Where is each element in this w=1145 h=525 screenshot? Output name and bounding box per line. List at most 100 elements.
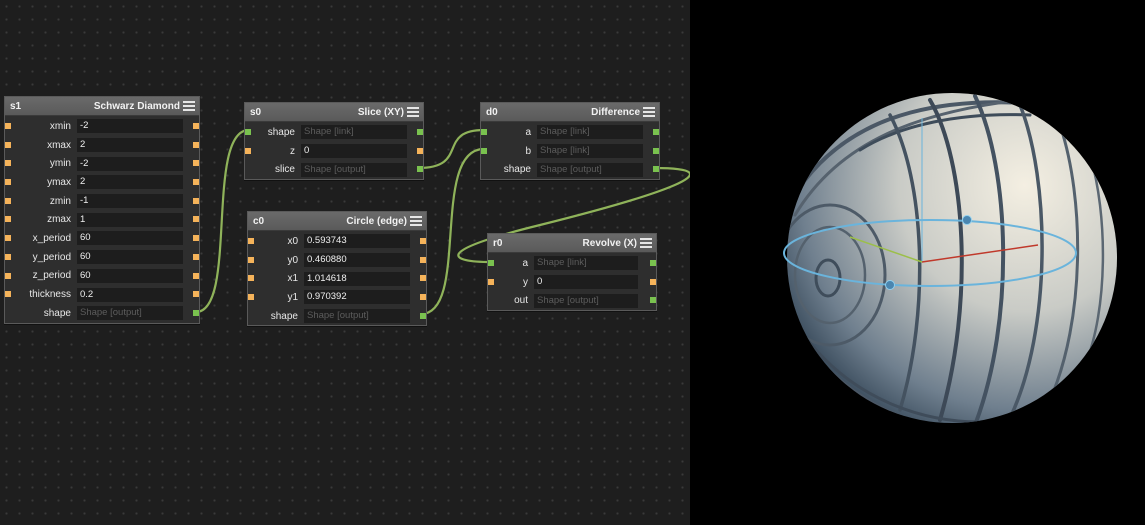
input-port[interactable] [248, 256, 254, 263]
param-row-x-period: x_period 60 [5, 229, 199, 248]
output-port[interactable] [193, 235, 199, 242]
param-label: zmax [47, 214, 71, 226]
param-value-field[interactable]: -2 [77, 156, 183, 171]
node-id: c0 [253, 215, 265, 227]
output-port[interactable] [420, 275, 426, 282]
3d-viewport[interactable] [690, 0, 1145, 525]
output-port[interactable] [193, 253, 199, 260]
input-port[interactable] [5, 160, 11, 167]
node-difference[interactable]: d0 Difference a Shape [link] b Shape [link… [480, 102, 660, 181]
param-label: shape [270, 310, 298, 322]
output-port[interactable] [650, 278, 656, 285]
node-header[interactable]: d0 Difference [481, 103, 659, 122]
shape-output-port[interactable] [653, 129, 659, 135]
node-header[interactable]: s1 Schwarz Diamond [5, 97, 199, 116]
param-row-zmax: zmax 1 [5, 210, 199, 229]
param-row-xmax: xmax 2 [5, 136, 199, 155]
shape-input-port[interactable] [488, 260, 494, 266]
input-port[interactable] [248, 275, 254, 282]
shape-output-port[interactable] [417, 166, 423, 173]
param-value-field[interactable]: 0.2 [77, 287, 183, 302]
param-value-field[interactable]: 0 [534, 275, 638, 290]
param-row-a: a Shape [link] [481, 123, 659, 142]
node-id: d0 [486, 106, 498, 118]
node-circle-edge[interactable]: c0 Circle (edge) x0 0.593743 y0 0.460880 x… [247, 211, 427, 327]
param-label: y0 [287, 254, 298, 266]
param-value-field[interactable]: 2 [77, 138, 183, 153]
output-port[interactable] [193, 272, 199, 279]
param-value-field[interactable]: -2 [77, 119, 183, 134]
shape-input-port[interactable] [481, 129, 487, 135]
output-port[interactable] [420, 294, 426, 301]
shape-output-port[interactable] [417, 129, 423, 135]
ring-handle[interactable] [962, 215, 972, 225]
shape-output-port[interactable] [650, 260, 656, 266]
node-id: s1 [10, 100, 22, 112]
ring-handle[interactable] [885, 280, 895, 290]
input-port[interactable] [248, 238, 254, 244]
node-schwarz-diamond[interactable]: s1 Schwarz Diamond xmin -2 xmax 2 ymin -2 y… [4, 96, 200, 324]
input-port[interactable] [488, 278, 494, 285]
param-row-out: out Shape [output] [488, 291, 656, 310]
input-port[interactable] [5, 179, 11, 186]
input-port[interactable] [248, 294, 254, 301]
input-port[interactable] [5, 123, 11, 129]
node-header[interactable]: r0 Revolve (X) [488, 234, 656, 253]
node-slice-xy[interactable]: s0 Slice (XY) shape Shape [link] z0 slice… [244, 102, 424, 181]
param-label: xmin [49, 120, 71, 132]
param-label: xmax [47, 139, 71, 151]
param-value-field[interactable]: 60 [77, 268, 183, 283]
param-value-field[interactable]: -1 [77, 194, 183, 209]
input-port[interactable] [5, 235, 11, 242]
node-graph-canvas[interactable]: s1 Schwarz Diamond xmin -2 xmax 2 ymin -2 y… [0, 0, 690, 525]
input-port[interactable] [5, 272, 11, 279]
output-port[interactable] [193, 160, 199, 167]
param-value-field[interactable]: 2 [77, 175, 183, 190]
shape-input-port[interactable] [245, 129, 251, 135]
param-value-field[interactable]: 1 [77, 212, 183, 227]
param-value-field[interactable]: 0.460880 [304, 253, 410, 268]
param-value-field[interactable]: 60 [77, 250, 183, 265]
param-value-field[interactable]: 0 [301, 144, 407, 159]
param-value-field[interactable]: 0.970392 [304, 290, 410, 305]
param-row-a: a Shape [link] [488, 254, 656, 273]
node-revolve-x[interactable]: r0 Revolve (X) a Shape [link] y0 out Shape… [487, 233, 657, 312]
3d-render [783, 93, 1117, 423]
input-port[interactable] [5, 197, 11, 204]
param-label: x_period [32, 232, 71, 244]
output-port[interactable] [420, 256, 426, 263]
input-port[interactable] [5, 291, 11, 298]
param-value-field[interactable]: 0.593743 [304, 234, 410, 249]
param-value-field[interactable]: 60 [77, 231, 183, 246]
output-port[interactable] [193, 141, 199, 148]
input-port[interactable] [245, 147, 251, 154]
hamburger-menu-icon[interactable] [640, 238, 652, 248]
param-value-field[interactable]: 1.014618 [304, 271, 410, 286]
param-value-field: Shape [link] [537, 144, 643, 159]
shape-output-port[interactable] [193, 309, 199, 316]
input-port[interactable] [5, 253, 11, 260]
hamburger-menu-icon[interactable] [407, 107, 419, 117]
input-port[interactable] [5, 216, 11, 223]
input-port[interactable] [5, 141, 11, 148]
shape-input-port[interactable] [481, 147, 487, 154]
hamburger-menu-icon[interactable] [643, 107, 655, 117]
param-value-field: Shape [output] [301, 162, 407, 177]
param-label: ymin [49, 158, 71, 170]
shape-output-port[interactable] [653, 147, 659, 154]
output-port[interactable] [193, 291, 199, 298]
output-port[interactable] [420, 238, 426, 244]
output-port[interactable] [193, 123, 199, 129]
shape-output-port[interactable] [420, 312, 426, 319]
hamburger-menu-icon[interactable] [410, 216, 422, 226]
param-value-field: Shape [output] [537, 162, 643, 177]
hamburger-menu-icon[interactable] [183, 101, 195, 111]
node-header[interactable]: s0 Slice (XY) [245, 103, 423, 122]
node-header[interactable]: c0 Circle (edge) [248, 212, 426, 231]
output-port[interactable] [193, 179, 199, 186]
shape-output-port[interactable] [650, 297, 656, 304]
output-port[interactable] [417, 147, 423, 154]
output-port[interactable] [193, 216, 199, 223]
shape-output-port[interactable] [653, 166, 659, 173]
output-port[interactable] [193, 197, 199, 204]
